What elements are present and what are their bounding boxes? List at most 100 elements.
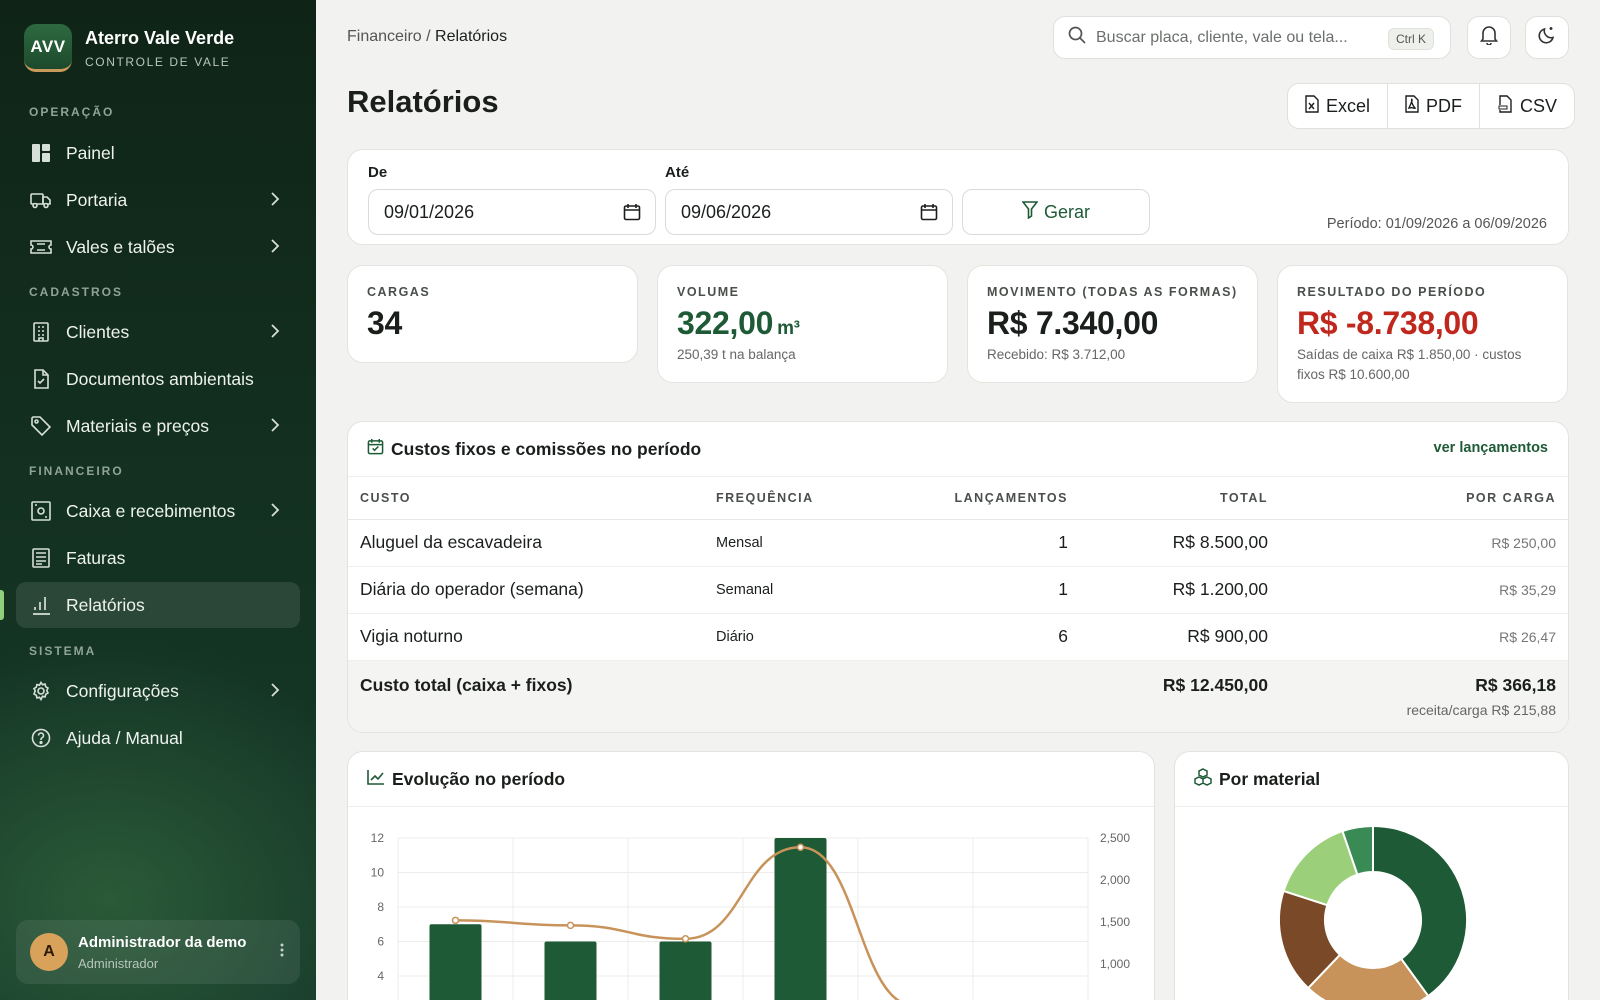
filter-icon [1021, 200, 1039, 224]
sidebar-item-configuracoes[interactable]: Configurações [16, 668, 300, 714]
brand-subtitle: CONTROLE DE VALE [85, 54, 231, 69]
to-date-value: 09/06/2026 [681, 201, 772, 222]
evolution-title: Evolução no período [392, 768, 566, 789]
sidebar-item-label: Vales e talões [66, 236, 175, 257]
chevron-right-icon [270, 417, 280, 438]
search-icon [1068, 26, 1086, 49]
calendar-icon[interactable] [920, 203, 938, 226]
sidebar-item-portaria[interactable]: Portaria [16, 177, 300, 223]
user-card[interactable]: A Administrador da demo Administrador [16, 920, 300, 984]
export-csv-label: CSV [1520, 95, 1558, 116]
truck-icon [30, 189, 52, 211]
sidebar-item-caixa[interactable]: Caixa e recebimentos [16, 488, 300, 534]
sidebar-item-documentos[interactable]: Documentos ambientais [16, 356, 300, 402]
section-sistema: SISTEMA [29, 644, 97, 658]
sidebar-item-vales[interactable]: Vales e talões [16, 224, 300, 270]
y2-tick-label: 1,500 [1100, 915, 1130, 929]
y-tick-label: 8 [377, 900, 384, 914]
breadcrumb-parent[interactable]: Financeiro / [347, 28, 431, 45]
notifications-button[interactable] [1467, 16, 1511, 59]
kpi-sub: Saídas de caixa R$ 1.850,00 · custos fix… [1297, 347, 1522, 382]
user-role: Administrador [78, 955, 159, 971]
kpi-volume: VOLUME 322,00 m³ 250,39 t na balança [657, 265, 948, 383]
export-pdf-button[interactable]: PDF [1388, 84, 1481, 128]
cell-custo: Aluguel da escavadeira [348, 519, 716, 567]
ver-lancamentos-link[interactable]: ver lançamentos [1434, 440, 1548, 456]
kpi-value: 322,00 m³ [677, 305, 928, 342]
total-row: Custo total (caixa + fixos) R$ 12.450,00… [348, 660, 1568, 732]
sidebar-item-painel[interactable]: Painel [16, 130, 300, 176]
y2-tick-label: 2,000 [1100, 873, 1130, 887]
line-chart-icon [367, 769, 385, 790]
sidebar-item-label: Relatórios [66, 594, 145, 615]
kpi-label: CARGAS [367, 285, 431, 299]
kpi-label: MOVIMENTO (TODAS AS FORMAS) [987, 285, 1238, 299]
chevron-right-icon [270, 682, 280, 703]
col-custo[interactable]: CUSTO [348, 477, 716, 520]
help-icon [30, 727, 52, 749]
search-input[interactable]: Buscar placa, cliente, vale ou tela... C… [1053, 16, 1451, 59]
kpi-value: R$ 7.340,00 [987, 305, 1159, 341]
bar [429, 924, 482, 1000]
sidebar: AVV Aterro Vale Verde CONTROLE DE VALE O… [0, 0, 316, 1000]
total-value: R$ 12.450,00 [1068, 660, 1268, 732]
material-card: Por material [1174, 751, 1569, 1000]
search-shortcut: Ctrl K [1388, 28, 1434, 50]
to-label: Até [665, 164, 690, 181]
breadcrumb-current: Relatórios [435, 28, 508, 45]
cell-lancamentos: 6 [888, 613, 1068, 661]
export-group: Excel PDF CSV [1287, 83, 1576, 129]
to-date-field[interactable]: 09/06/2026 [665, 189, 953, 235]
sidebar-item-relatorios[interactable]: Relatórios [0, 582, 300, 628]
calendar-check-icon [367, 438, 384, 460]
col-frequencia[interactable]: FREQUÊNCIA [716, 477, 888, 520]
cell-por-carga: R$ 250,00 [1268, 519, 1568, 567]
export-excel-button[interactable]: Excel [1288, 84, 1389, 128]
y-tick-label: 4 [377, 969, 384, 983]
moon-icon [1537, 25, 1557, 50]
kpi-cargas: CARGAS 34 [347, 265, 638, 363]
sidebar-item-label: Ajuda / Manual [66, 727, 183, 748]
sidebar-item-clientes[interactable]: Clientes [16, 309, 300, 355]
costs-title: Custos fixos e comissões no período [391, 438, 702, 459]
bar [774, 838, 827, 1000]
chevron-right-icon [270, 323, 280, 344]
export-csv-button[interactable]: CSV [1480, 84, 1574, 128]
evolution-header: Evolução no período [348, 752, 1154, 807]
breadcrumb: Financeiro / Relatórios [347, 28, 507, 46]
costs-table: CUSTO FREQUÊNCIA LANÇAMENTOS TOTAL POR C… [348, 477, 1568, 732]
line-point [451, 916, 460, 925]
search-placeholder: Buscar placa, cliente, vale ou tela... [1096, 28, 1348, 46]
col-lancamentos[interactable]: LANÇAMENTOS [888, 477, 1068, 520]
brand[interactable]: AVV Aterro Vale Verde CONTROLE DE VALE [24, 24, 234, 72]
kpi-sub: 250,39 t na balança [677, 347, 796, 362]
sidebar-item-ajuda[interactable]: Ajuda / Manual [16, 715, 300, 761]
cell-total: R$ 8.500,00 [1068, 519, 1268, 567]
generate-button[interactable]: Gerar [962, 189, 1150, 235]
total-por-carga: R$ 366,18 receita/carga R$ 215,88 [1268, 660, 1568, 732]
evolution-chart: 12 10 8 6 4 2,500 2,000 1,500 1,000 [371, 831, 1130, 1000]
section-operacao: OPERAÇÃO [29, 105, 115, 119]
bar [659, 941, 712, 1000]
from-date-value: 09/01/2026 [384, 201, 475, 222]
chevron-right-icon [270, 191, 280, 212]
y-tick-label: 10 [371, 866, 385, 880]
table-row: Aluguel da escavadeira Mensal 1 R$ 8.500… [348, 519, 1568, 567]
col-total[interactable]: TOTAL [1068, 477, 1268, 520]
col-por-carga[interactable]: POR CARGA [1268, 477, 1568, 520]
more-vertical-icon[interactable] [280, 942, 284, 963]
sidebar-item-materiais[interactable]: Materiais e preços [16, 403, 300, 449]
cell-custo: Diária do operador (semana) [348, 566, 716, 614]
calendar-icon[interactable] [623, 203, 641, 226]
avatar: A [30, 933, 68, 971]
chevron-right-icon [270, 238, 280, 259]
cell-lancamentos: 1 [888, 519, 1068, 567]
cell-lancamentos: 1 [888, 566, 1068, 614]
from-date-field[interactable]: 09/01/2026 [368, 189, 656, 235]
sidebar-item-label: Portaria [66, 189, 128, 210]
building-icon [30, 321, 52, 343]
table-row: Vigia noturno Diário 6 R$ 900,00 R$ 26,4… [348, 613, 1568, 661]
sidebar-item-faturas[interactable]: Faturas [16, 535, 300, 581]
generate-label: Gerar [1043, 201, 1090, 222]
theme-toggle-button[interactable] [1525, 16, 1569, 59]
